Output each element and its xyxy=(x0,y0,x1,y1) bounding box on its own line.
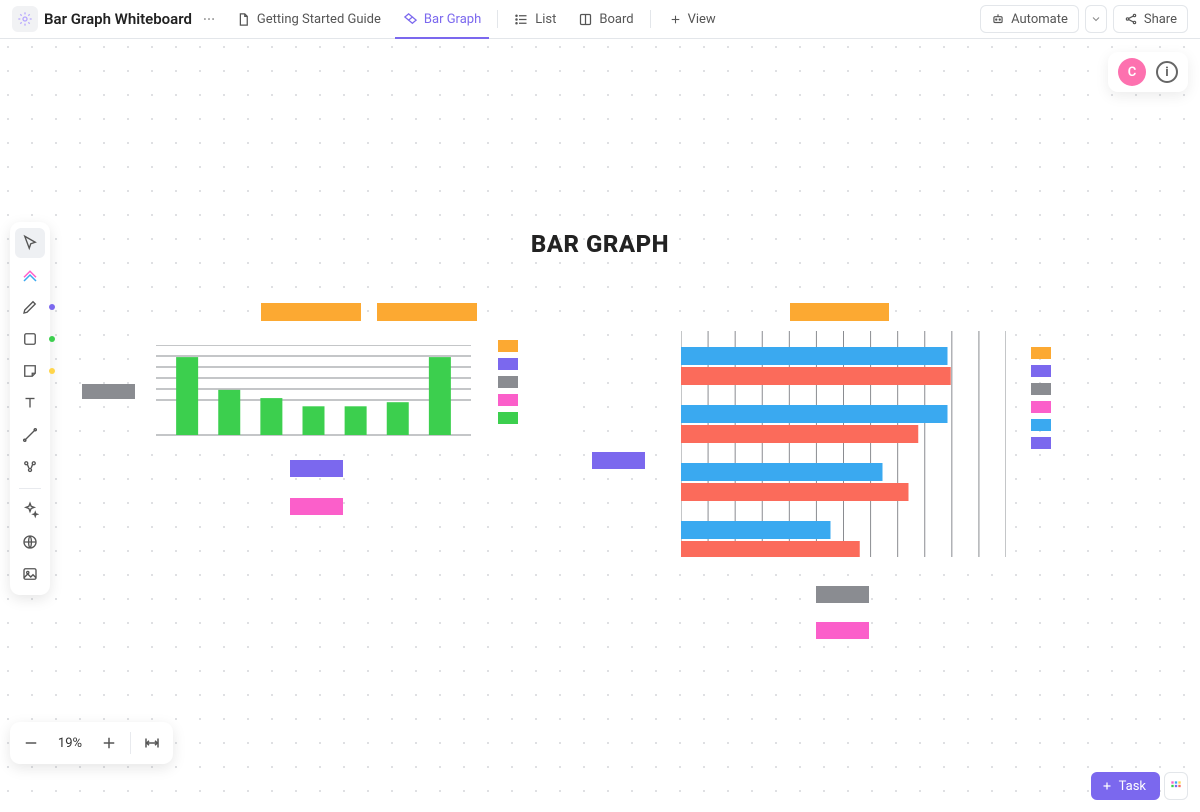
tab-separator xyxy=(497,10,498,28)
chart1-plot[interactable] xyxy=(156,345,471,436)
plus-icon xyxy=(1101,780,1113,792)
task-label: Task xyxy=(1119,779,1146,794)
sparkle-icon xyxy=(21,501,39,519)
chart2-title-block[interactable] xyxy=(790,303,889,321)
tab-label: Bar Graph xyxy=(424,12,481,27)
minus-icon xyxy=(22,734,40,752)
legend-swatch[interactable] xyxy=(1031,347,1051,359)
chart1-y-axis-label[interactable] xyxy=(82,384,135,399)
board-icon xyxy=(578,12,593,27)
fit-width-icon xyxy=(143,734,161,752)
tool-web[interactable] xyxy=(15,527,45,557)
tab-separator xyxy=(650,10,651,28)
chart2-plot[interactable] xyxy=(681,331,1006,557)
share-icon xyxy=(1124,12,1138,26)
chevron-down-icon xyxy=(1090,13,1102,25)
tool-text[interactable] xyxy=(15,388,45,418)
presence-panel: C i xyxy=(1108,52,1188,92)
whiteboard-icon xyxy=(403,12,418,27)
tool-components[interactable] xyxy=(15,452,45,482)
zoom-fit-button[interactable] xyxy=(135,726,169,760)
view-label: View xyxy=(688,12,716,27)
tool-shape[interactable] xyxy=(15,324,45,354)
plus-icon xyxy=(100,734,118,752)
info-button[interactable]: i xyxy=(1156,61,1178,83)
legend-swatch[interactable] xyxy=(498,358,518,370)
zoom-in-button[interactable] xyxy=(92,726,126,760)
tool-sticky[interactable] xyxy=(15,356,45,386)
apps-button[interactable] xyxy=(1164,772,1188,800)
tool-ai[interactable] xyxy=(15,495,45,525)
zoom-separator xyxy=(130,732,131,754)
toolbar-separator xyxy=(19,488,41,489)
tab-label: Getting Started Guide xyxy=(257,12,381,27)
legend-swatch[interactable] xyxy=(1031,365,1051,377)
chart1-title-block-1[interactable] xyxy=(261,303,361,321)
chart2-y-axis-label[interactable] xyxy=(592,452,645,469)
task-button[interactable]: Task xyxy=(1091,772,1160,800)
components-icon xyxy=(21,458,39,476)
zoom-out-button[interactable] xyxy=(14,726,48,760)
chart1-title-block-2[interactable] xyxy=(377,303,477,321)
chart1-legend[interactable] xyxy=(498,340,518,424)
avatar[interactable]: C xyxy=(1118,58,1146,86)
left-toolbar xyxy=(10,222,50,595)
chart2-x-axis-label-1[interactable] xyxy=(816,586,869,603)
doc-menu-button[interactable] xyxy=(200,10,218,28)
zoom-value[interactable]: 19% xyxy=(50,736,90,751)
legend-swatch[interactable] xyxy=(1031,437,1051,449)
chart1-x-axis-label-2[interactable] xyxy=(290,498,343,515)
tab-getting-started[interactable]: Getting Started Guide xyxy=(228,0,389,39)
legend-swatch[interactable] xyxy=(498,394,518,406)
globe-icon xyxy=(21,533,39,551)
tool-clickup[interactable] xyxy=(15,260,45,290)
tab-label: List xyxy=(535,12,556,27)
doc-icon xyxy=(12,6,38,32)
text-icon xyxy=(21,394,39,412)
legend-swatch[interactable] xyxy=(1031,383,1051,395)
legend-swatch[interactable] xyxy=(498,412,518,424)
clickup-icon xyxy=(21,266,39,284)
share-label: Share xyxy=(1144,12,1177,27)
share-button[interactable]: Share xyxy=(1113,5,1188,33)
plus-icon xyxy=(669,13,682,26)
doc-title: Bar Graph Whiteboard xyxy=(44,10,192,28)
whiteboard-title[interactable]: BAR GRAPH xyxy=(0,230,1200,258)
legend-swatch[interactable] xyxy=(498,340,518,352)
robot-icon xyxy=(991,12,1005,26)
image-icon xyxy=(21,565,39,583)
legend-swatch[interactable] xyxy=(498,376,518,388)
zoom-panel: 19% xyxy=(10,722,173,764)
tool-connector[interactable] xyxy=(15,420,45,450)
square-icon xyxy=(21,330,39,348)
tool-image[interactable] xyxy=(15,559,45,589)
top-bar: Bar Graph Whiteboard Getting Started Gui… xyxy=(0,0,1200,39)
automate-label: Automate xyxy=(1011,12,1068,27)
tab-list[interactable]: List xyxy=(506,0,564,39)
doc-page-icon xyxy=(236,12,251,27)
tool-pen[interactable] xyxy=(15,292,45,322)
connector-icon xyxy=(21,426,39,444)
legend-swatch[interactable] xyxy=(1031,401,1051,413)
tab-board[interactable]: Board xyxy=(570,0,641,39)
chart1-x-axis-label-1[interactable] xyxy=(290,460,343,477)
chart2-x-axis-label-2[interactable] xyxy=(816,622,869,639)
grid-icon xyxy=(1169,779,1183,793)
pen-icon xyxy=(21,298,39,316)
automate-button[interactable]: Automate xyxy=(980,5,1079,33)
automate-caret[interactable] xyxy=(1085,5,1107,33)
add-view-button[interactable]: View xyxy=(659,12,726,27)
chart2-legend[interactable] xyxy=(1031,347,1051,449)
tab-bar-graph[interactable]: Bar Graph xyxy=(395,0,489,39)
legend-swatch[interactable] xyxy=(1031,419,1051,431)
tab-label: Board xyxy=(599,12,633,27)
sticky-icon xyxy=(21,362,39,380)
list-icon xyxy=(514,12,529,27)
